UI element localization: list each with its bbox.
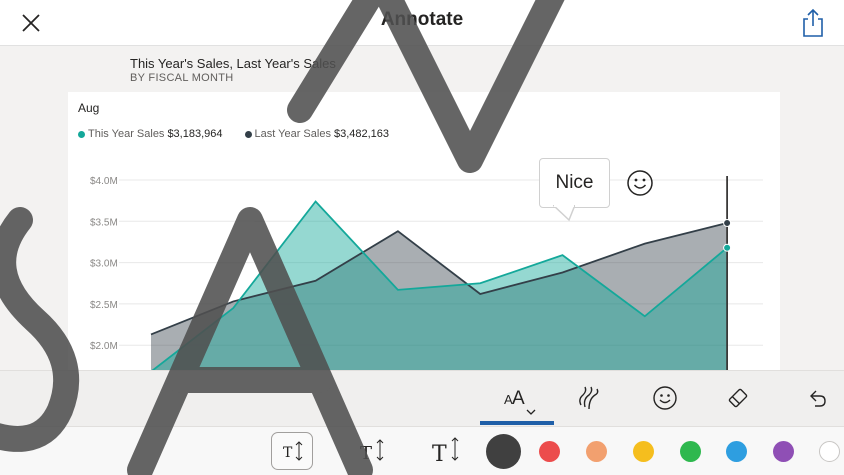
y-tick-label: $2.5M: [90, 300, 118, 311]
top-bar: Annotate: [0, 0, 844, 46]
active-tool-indicator: [480, 421, 554, 425]
chart-subtitle: BY FISCAL MONTH: [130, 72, 234, 84]
color-swatch-red[interactable]: [539, 441, 560, 462]
text-medium-icon: T: [360, 439, 384, 464]
annotation-note-tail: [553, 205, 575, 223]
share-icon: [803, 8, 823, 37]
y-tick-label: $2.0M: [90, 341, 118, 352]
annotate-screen: Annotate This Year's Sales, Last Year's …: [0, 0, 844, 475]
page-title: Annotate: [380, 9, 464, 30]
y-tick-label: $3.5M: [90, 217, 118, 228]
eraser-tool[interactable]: [716, 379, 760, 417]
last-year-point: [723, 218, 732, 227]
color-swatch-white[interactable]: [819, 441, 840, 462]
area-chart: $4.0M $3.5M $3.0M $2.5M $2.0M: [90, 176, 763, 370]
color-swatch-orange[interactable]: [586, 441, 607, 462]
annotation-note[interactable]: Nice: [539, 158, 610, 208]
text-size-small-button[interactable]: T: [271, 432, 313, 470]
annotation-toolbar: A A: [0, 370, 844, 426]
tool-options-bar: T T T: [0, 426, 844, 475]
chart-card: Aug This Year Sales $3,183,964 Last Year…: [68, 92, 780, 370]
chart-title: This Year's Sales, Last Year's Sales: [130, 56, 336, 71]
y-tick-label: $3.0M: [90, 259, 118, 270]
svg-text:T: T: [360, 443, 372, 464]
color-swatch-purple[interactable]: [773, 441, 794, 462]
emoji-tool[interactable]: [643, 379, 687, 417]
text-size-icon: A A: [504, 388, 536, 415]
share-button[interactable]: [796, 5, 830, 41]
this-year-point: [723, 243, 732, 252]
text-large-icon: T: [432, 437, 459, 467]
report-canvas[interactable]: This Year's Sales, Last Year's Sales BY …: [0, 47, 844, 370]
pen-tool[interactable]: [568, 379, 612, 417]
undo-icon: [810, 390, 826, 407]
undo-tool[interactable]: [795, 379, 839, 417]
text-size-medium-button[interactable]: T: [350, 432, 392, 470]
emoji-icon: [653, 386, 677, 410]
text-size-large-button[interactable]: T: [424, 432, 466, 470]
text-size-tool[interactable]: A A: [495, 379, 539, 417]
svg-text:A: A: [512, 388, 525, 409]
color-swatch-blue[interactable]: [726, 441, 747, 462]
smiley-icon[interactable]: [624, 167, 656, 199]
color-swatch-green[interactable]: [680, 441, 701, 462]
eraser-icon: [728, 388, 748, 408]
color-swatch-yellow[interactable]: [633, 441, 654, 462]
text-small-icon: T: [283, 441, 303, 461]
svg-text:T: T: [432, 442, 447, 467]
y-tick-label: $4.0M: [90, 176, 118, 187]
color-swatch-dark-gray[interactable]: [486, 434, 521, 469]
svg-text:T: T: [283, 445, 293, 461]
pen-icon: [579, 386, 599, 410]
